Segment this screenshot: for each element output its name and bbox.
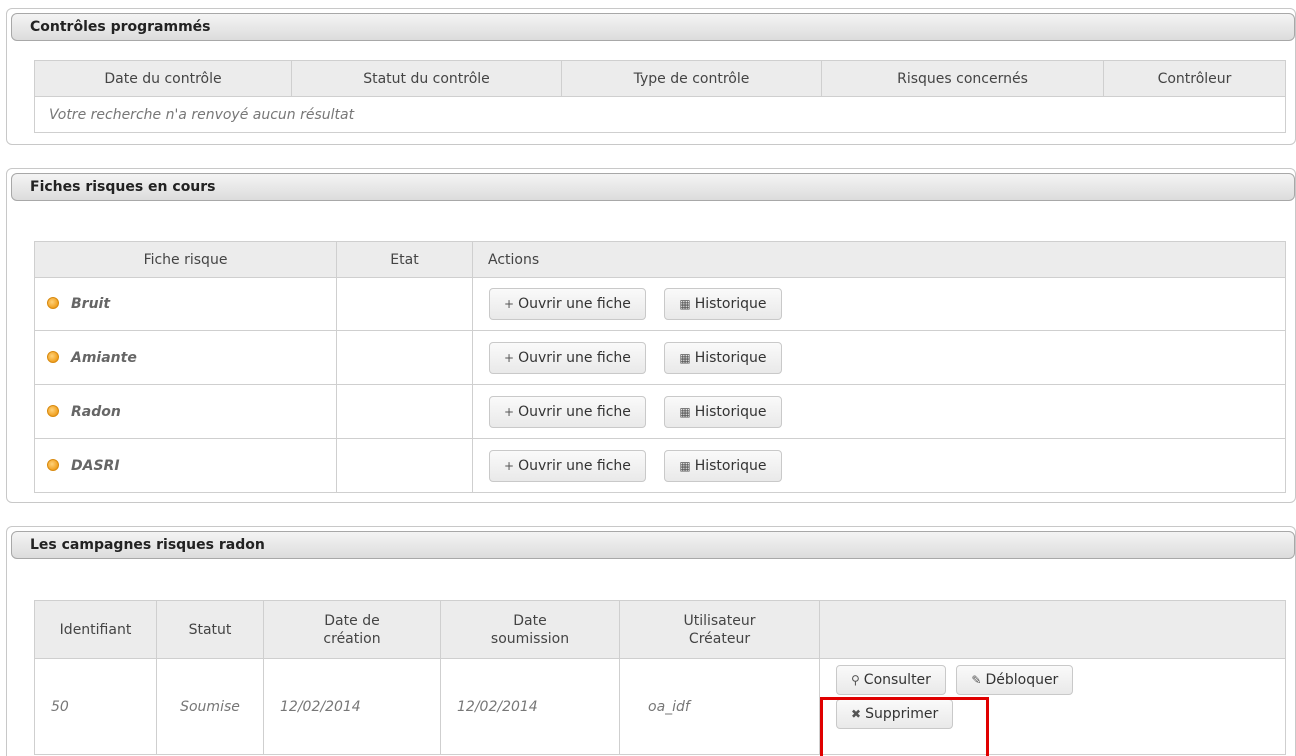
open-fiche-button[interactable]: + Ouvrir une fiche (489, 341, 646, 374)
risk-etat (336, 277, 473, 331)
search-icon: ⚲ (851, 673, 860, 687)
history-button[interactable]: ▦ Historique (664, 395, 782, 428)
col-risques-concernes[interactable]: Risques concernés (821, 60, 1104, 97)
col-utilisateur-createur: Utilisateur Créateur (619, 600, 820, 659)
col-fiche-risque: Fiche risque (34, 241, 337, 278)
calendar-icon: ▦ (679, 297, 691, 311)
status-dot-icon (47, 297, 59, 309)
col-date-controle[interactable]: Date du contrôle (34, 60, 292, 97)
risk-name: Amiante (71, 349, 137, 366)
table-row: 50 Soumise 12/02/2014 12/02/2014 oa_idf … (34, 658, 1286, 755)
plus-icon: + (504, 458, 515, 473)
campagnes-panel-title: Les campagnes risques radon (11, 531, 1295, 559)
risk-etat (336, 330, 473, 385)
pencil-icon: ✎ (971, 673, 982, 687)
col-statut-controle[interactable]: Statut du contrôle (291, 60, 562, 97)
calendar-icon: ▦ (679, 350, 691, 365)
history-button[interactable]: ▦ Historique (664, 341, 782, 374)
controles-table: Date du contrôle Statut du contrôle Type… (34, 60, 1286, 133)
calendar-icon: ▦ (679, 458, 691, 473)
table-row: Bruit + Ouvrir une fiche ▦ Historique (34, 277, 1286, 331)
open-fiche-button[interactable]: + Ouvrir une fiche (489, 449, 646, 482)
col-actions (819, 600, 1286, 659)
status-dot-icon (47, 404, 59, 417)
plus-icon: + (504, 297, 515, 311)
status-dot-icon (47, 458, 59, 471)
col-date-soumission: Date soumission (440, 600, 620, 659)
table-row: Amiante + Ouvrir une fiche ▦ Historique (34, 330, 1286, 385)
cell-date-creation: 12/02/2014 (263, 658, 441, 755)
fiches-table: Fiche risque Etat Actions Bruit + Ouvrir … (34, 241, 1286, 493)
highlight-box (820, 697, 989, 756)
risk-name: DASRI (71, 457, 120, 474)
plus-icon: + (504, 350, 515, 365)
calendar-icon: ▦ (679, 404, 691, 419)
empty-result-message: Votre recherche n'a renvoyé aucun résult… (34, 96, 1286, 133)
col-identifiant: Identifiant (34, 600, 157, 659)
fiches-panel: Fiches risques en cours Fiche risque Eta… (6, 168, 1296, 503)
table-row: Radon + Ouvrir une fiche ▦ Historique (34, 384, 1286, 439)
open-fiche-button[interactable]: + Ouvrir une fiche (489, 288, 646, 320)
cell-identifiant: 50 (34, 658, 157, 755)
table-row: DASRI + Ouvrir une fiche ▦ Historique (34, 438, 1286, 493)
controles-panel: Contrôles programmés Date du contrôle St… (6, 8, 1296, 145)
campagnes-panel: Les campagnes risques radon Identifiant … (6, 526, 1296, 756)
col-type-controle[interactable]: Type de contrôle (561, 60, 822, 97)
cell-utilisateur: oa_idf (619, 658, 820, 755)
col-statut: Statut (156, 600, 264, 659)
cell-date-soumission: 12/02/2014 (440, 658, 620, 755)
plus-icon: + (504, 404, 515, 419)
controles-panel-title: Contrôles programmés (11, 13, 1295, 41)
fiches-panel-title: Fiches risques en cours (11, 173, 1295, 201)
risk-name: Radon (71, 403, 121, 420)
open-fiche-button[interactable]: + Ouvrir une fiche (489, 395, 646, 428)
status-dot-icon (47, 350, 59, 363)
col-date-creation: Date de création (263, 600, 441, 659)
history-button[interactable]: ▦ Historique (664, 449, 782, 482)
unlock-button[interactable]: ✎ Débloquer (956, 665, 1074, 695)
consult-button[interactable]: ⚲ Consulter (836, 665, 946, 695)
cell-statut: Soumise (156, 658, 264, 755)
history-button[interactable]: ▦ Historique (664, 288, 782, 320)
col-actions: Actions (472, 241, 1286, 278)
risk-etat (336, 438, 473, 493)
col-controleur[interactable]: Contrôleur (1103, 60, 1286, 97)
risk-name: Bruit (71, 296, 111, 312)
col-etat: Etat (336, 241, 473, 278)
risk-etat (336, 384, 473, 439)
campagnes-table: Identifiant Statut Date de création Date s… (34, 600, 1286, 755)
